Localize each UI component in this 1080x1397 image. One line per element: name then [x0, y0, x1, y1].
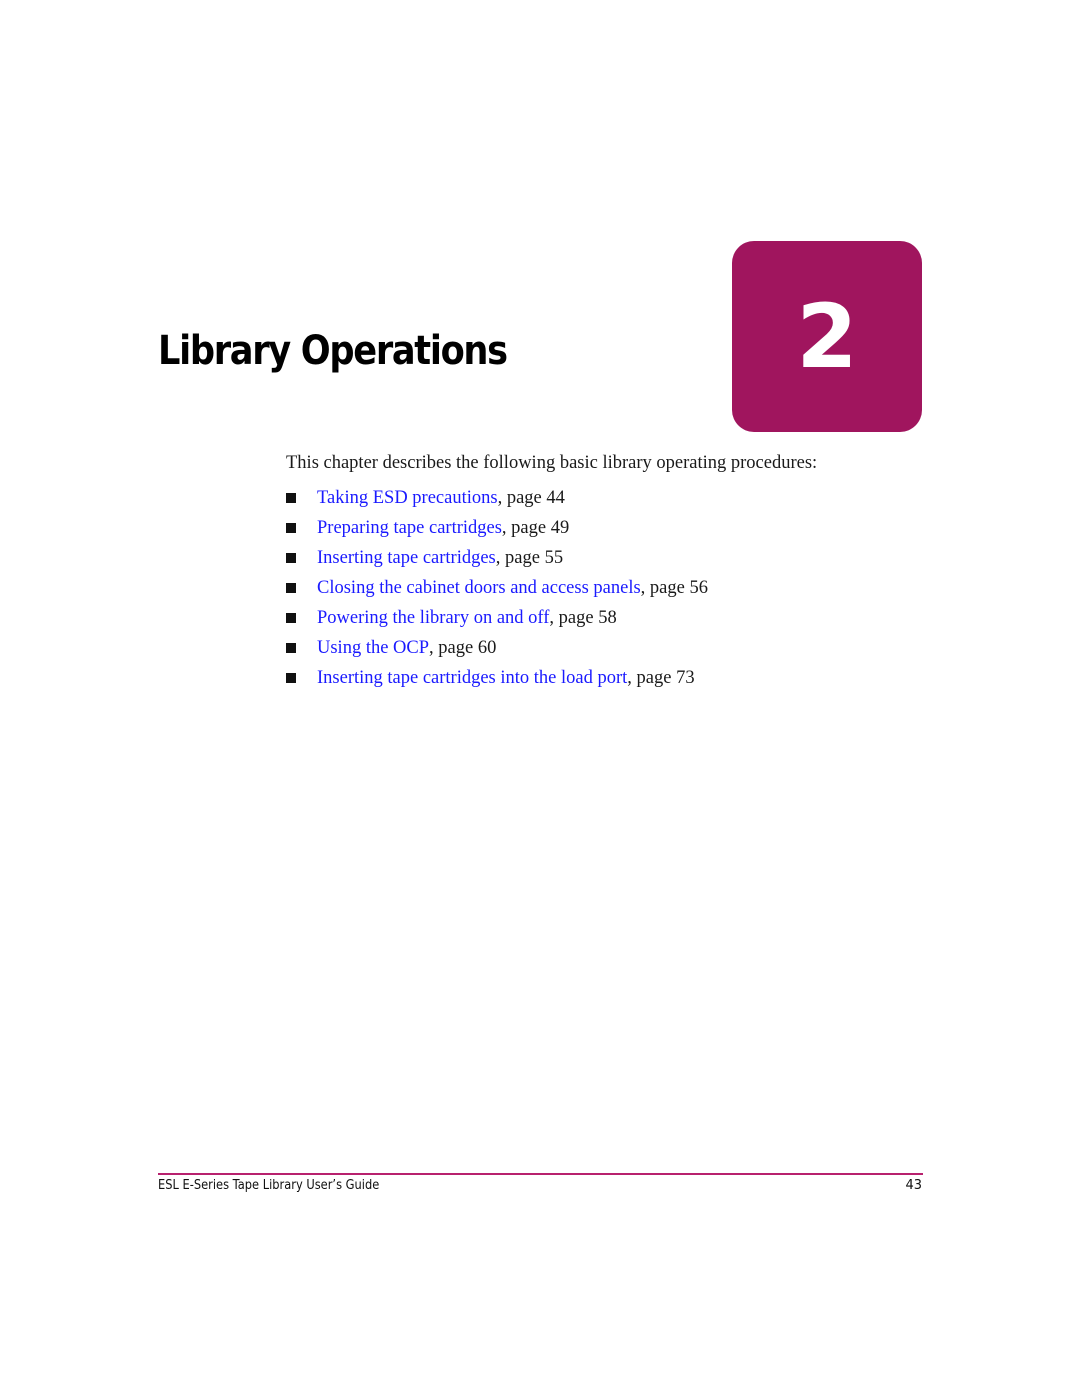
page-reference: , page 56 [640, 577, 708, 598]
footer-page-number: 43 [905, 1178, 922, 1193]
square-bullet-icon [286, 613, 296, 623]
page-reference: , page 73 [627, 667, 695, 688]
list-item: Inserting tape cartridges , page 55 [286, 543, 708, 573]
list-item: Preparing tape cartridges , page 49 [286, 513, 708, 543]
chapter-contents-list: Taking ESD precautions , page 44 Prepari… [286, 483, 708, 693]
chapter-number: 2 [796, 284, 858, 388]
square-bullet-icon [286, 493, 296, 503]
page-reference: , page 58 [549, 607, 617, 628]
toc-link-using-ocp[interactable]: Using the OCP [317, 638, 429, 659]
page-reference: , page 55 [495, 547, 564, 568]
toc-link-closing-doors[interactable]: Closing the cabinet doors and access pan… [317, 578, 641, 599]
list-item: Inserting tape cartridges into the load … [286, 663, 708, 693]
page-reference: , page 60 [429, 637, 497, 658]
toc-link-load-port[interactable]: Inserting tape cartridges into the load … [317, 668, 627, 689]
list-item: Taking ESD precautions , page 44 [286, 483, 708, 513]
list-item: Using the OCP , page 60 [286, 633, 708, 663]
toc-link-inserting-cartridges[interactable]: Inserting tape cartridges [317, 548, 496, 569]
page-reference: , page 49 [501, 517, 570, 538]
square-bullet-icon [286, 643, 296, 653]
list-item: Powering the library on and off , page 5… [286, 603, 708, 633]
chapter-title: Library Operations [158, 327, 508, 374]
toc-link-powering-library[interactable]: Powering the library on and off [317, 608, 549, 629]
square-bullet-icon [286, 553, 296, 563]
chapter-number-badge: 2 [732, 241, 922, 432]
intro-paragraph: This chapter describes the following bas… [286, 453, 818, 473]
footer-divider [158, 1173, 923, 1175]
toc-link-esd-precautions[interactable]: Taking ESD precautions [317, 488, 498, 509]
square-bullet-icon [286, 523, 296, 533]
footer-document-title: ESL E-Series Tape Library User’s Guide [158, 1178, 380, 1193]
square-bullet-icon [286, 673, 296, 683]
toc-link-preparing-cartridges[interactable]: Preparing tape cartridges [317, 518, 502, 539]
page-reference: , page 44 [497, 487, 565, 508]
square-bullet-icon [286, 583, 296, 593]
list-item: Closing the cabinet doors and access pan… [286, 573, 708, 603]
